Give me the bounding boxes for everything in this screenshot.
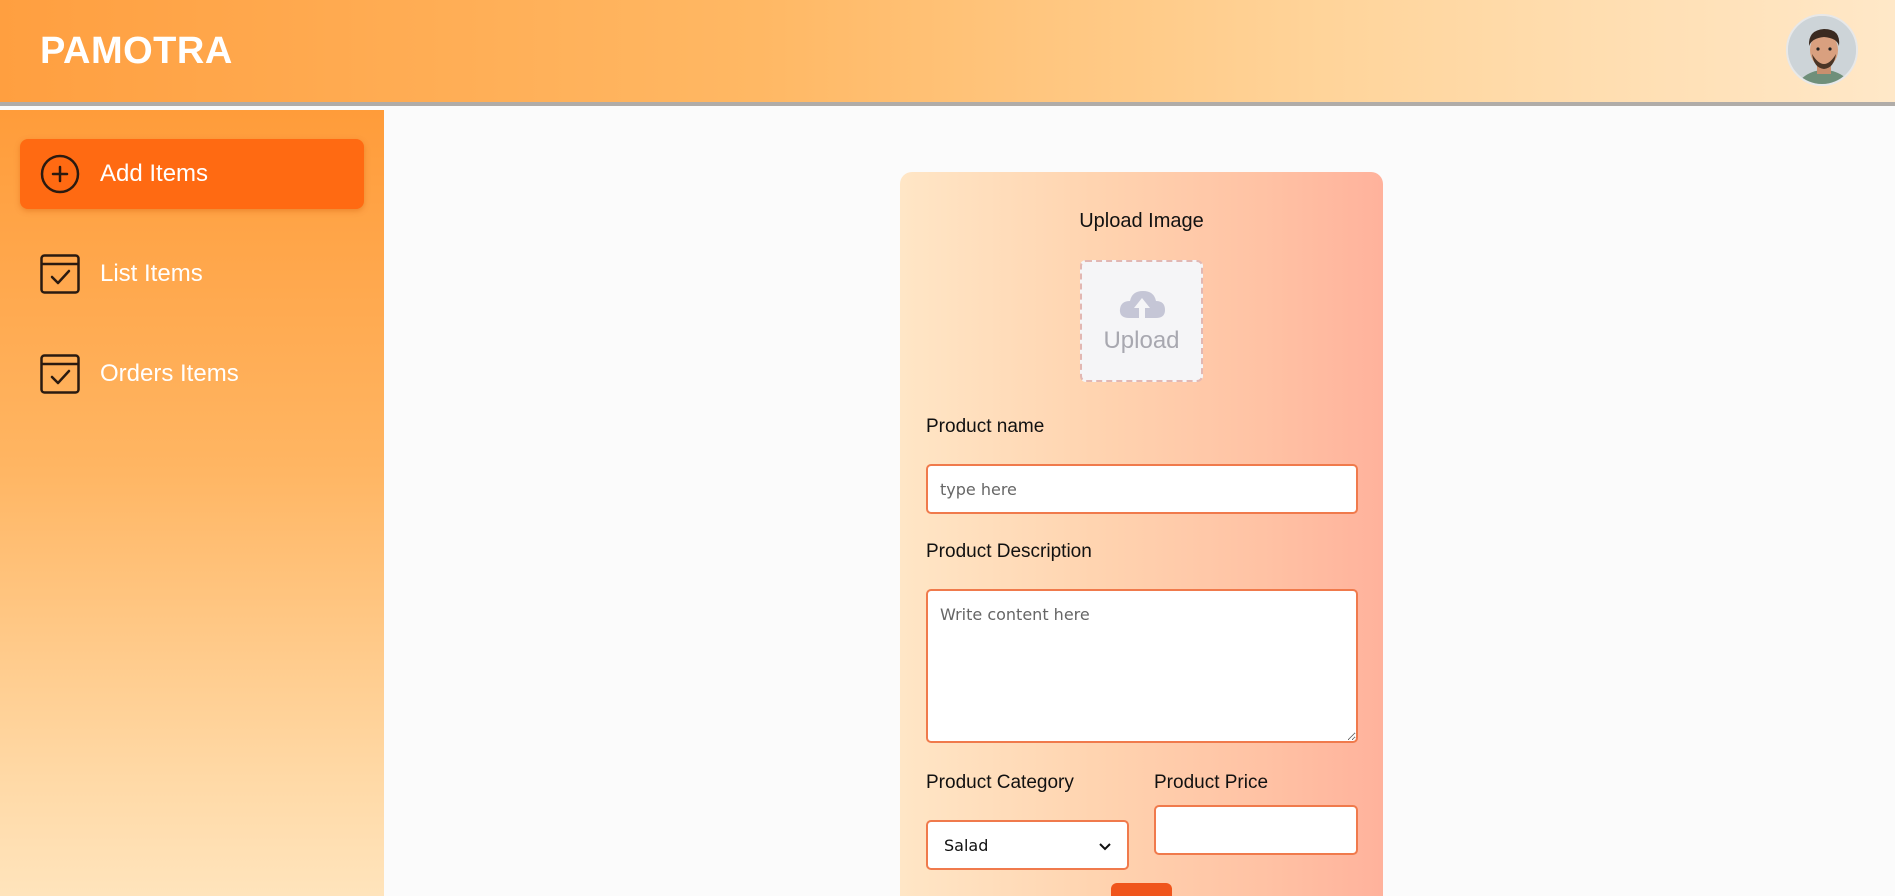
brand-logo-text: PAMOTRA [40,30,233,72]
add-button[interactable] [1111,883,1172,896]
profile-avatar[interactable] [1786,14,1858,86]
sidebar-item-label: Orders Items [100,360,239,387]
sidebar-item-orders-items[interactable]: Orders Items [20,339,364,409]
sidebar-item-list-items[interactable]: List Items [20,239,364,309]
add-item-form: Upload Image Upload Product name Product… [900,172,1383,896]
upload-image-title: Upload Image [1079,210,1204,232]
top-navbar: PAMOTRA [0,0,1895,106]
calendar-check-icon [40,354,80,394]
product-name-input[interactable] [926,464,1358,514]
product-description-label: Product Description [926,541,1092,562]
selected-category: Salad [944,835,989,855]
product-description-textarea[interactable] [926,589,1358,743]
sidebar: Add Items List Items Orders Items [0,110,384,896]
product-price-input[interactable] [1154,805,1358,855]
upload-label: Upload [1103,326,1180,354]
chevron-down-icon [1099,836,1111,855]
product-category-label: Product Category [926,772,1074,793]
sidebar-item-add-items[interactable]: Add Items [20,139,364,209]
add-circle-icon [40,154,80,194]
avatar-image [1788,16,1856,84]
sidebar-item-label: List Items [100,260,203,287]
cloud-upload-icon [1117,288,1167,325]
calendar-check-icon [40,254,80,294]
product-category-select[interactable]: Salad [926,820,1129,870]
product-name-label: Product name [926,416,1045,437]
product-price-label: Product Price [1154,772,1269,793]
sidebar-item-label: Add Items [100,160,209,187]
image-upload-button[interactable]: Upload [1080,260,1203,382]
